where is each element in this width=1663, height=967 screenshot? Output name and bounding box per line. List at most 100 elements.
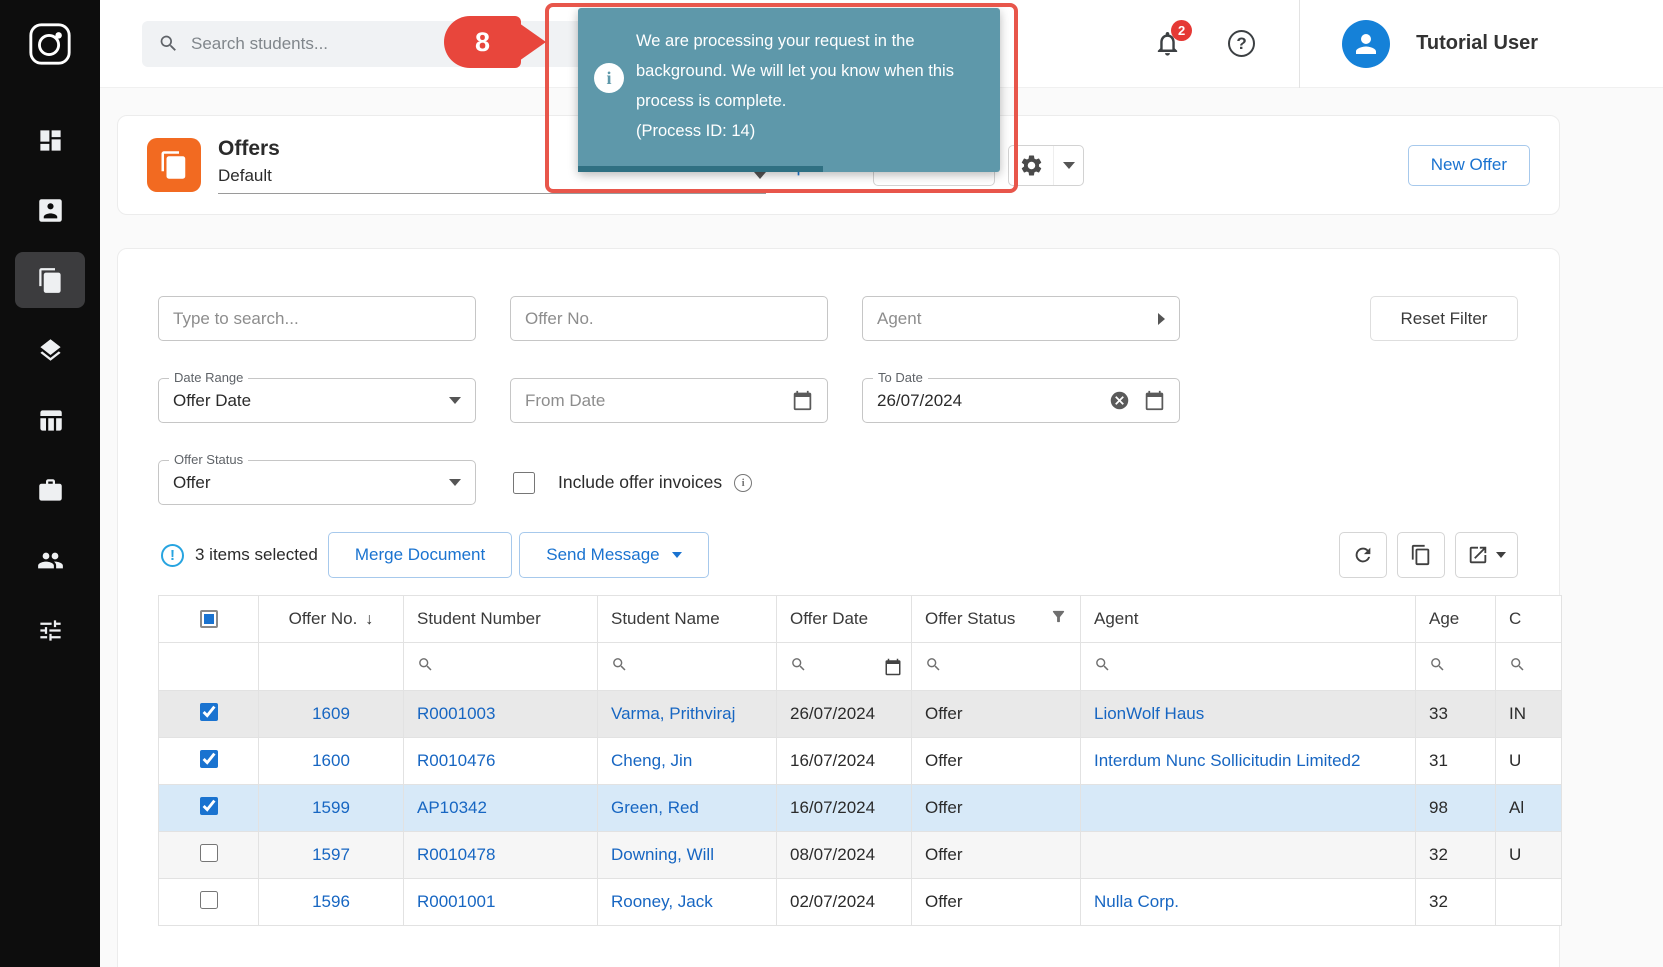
agents-icon — [37, 547, 64, 574]
filter-offer-status[interactable] — [912, 643, 1081, 691]
to-date-input[interactable] — [877, 391, 1109, 411]
chevron-down-icon — [449, 479, 461, 486]
search-icon — [158, 33, 179, 54]
offer-no-link[interactable]: 1609 — [312, 704, 350, 723]
sidebar-item-offers[interactable] — [15, 252, 85, 308]
student-number-link[interactable]: R0010478 — [417, 845, 495, 864]
sidebar-nav — [0, 88, 100, 658]
grid-action-icons — [1339, 532, 1518, 578]
duplicate-button[interactable] — [1397, 532, 1445, 578]
student-name-link[interactable]: Green, Red — [611, 798, 699, 817]
filter-offer-no[interactable] — [259, 643, 404, 691]
annotation-step-number: 8 — [475, 27, 490, 58]
gear-dropdown-caret[interactable] — [1053, 146, 1083, 185]
student-name-link[interactable]: Downing, Will — [611, 845, 714, 864]
type-to-search-input[interactable] — [173, 309, 461, 329]
sidebar-item-agents[interactable] — [15, 532, 85, 588]
student-name-link[interactable]: Cheng, Jin — [611, 751, 692, 770]
filter-checkbox-cell — [159, 643, 259, 691]
header-citizenship[interactable]: C — [1496, 596, 1562, 643]
agent-link[interactable]: Nulla Corp. — [1094, 892, 1179, 911]
student-number-link[interactable]: R0010476 — [417, 751, 495, 770]
info-icon[interactable]: i — [734, 474, 752, 492]
header-age[interactable]: Age — [1416, 596, 1496, 643]
header-student-name[interactable]: Student Name — [598, 596, 777, 643]
header-offer-status[interactable]: Offer Status — [912, 596, 1081, 643]
app-logo[interactable] — [0, 0, 100, 88]
agent-link[interactable]: LionWolf Haus — [1094, 704, 1204, 723]
send-message-button[interactable]: Send Message — [519, 532, 708, 578]
filter-offer-date[interactable] — [777, 643, 912, 691]
filter-student-number[interactable] — [404, 643, 598, 691]
from-date-field[interactable] — [510, 378, 828, 423]
offer-no-field[interactable] — [510, 296, 828, 341]
refresh-button[interactable] — [1339, 532, 1387, 578]
table-row[interactable]: 1596 R0001001 Rooney, Jack 02/07/2024 Of… — [159, 879, 1562, 926]
table-row[interactable]: 1597 R0010478 Downing, Will 08/07/2024 O… — [159, 832, 1562, 879]
calendar-icon[interactable] — [792, 390, 813, 411]
filter-row-1: Agent — [158, 296, 1559, 341]
filter-age[interactable] — [1416, 643, 1496, 691]
student-number-link[interactable]: AP10342 — [417, 798, 487, 817]
sidebar-item-dashboard[interactable] — [15, 112, 85, 168]
header-offer-no[interactable]: Offer No.↓ — [259, 596, 404, 643]
row-checkbox[interactable] — [200, 750, 218, 768]
notifications-button[interactable]: 2 — [1153, 29, 1182, 58]
offer-no-link[interactable]: 1600 — [312, 751, 350, 770]
offer-status-select[interactable]: Offer Status Offer — [158, 460, 476, 505]
processing-toast[interactable]: i We are processing your request in the … — [578, 8, 1000, 172]
row-checkbox[interactable] — [200, 703, 218, 721]
row-checkbox[interactable] — [200, 891, 218, 909]
header-offer-no-label: Offer No. — [289, 609, 358, 628]
reset-filter-button[interactable]: Reset Filter — [1370, 296, 1518, 341]
offer-date-cell: 16/07/2024 — [777, 738, 912, 785]
agent-link[interactable]: Interdum Nunc Sollicitudin Limited2 — [1094, 751, 1360, 770]
calendar-icon[interactable] — [884, 658, 902, 676]
calendar-icon[interactable] — [1144, 390, 1165, 411]
new-offer-button[interactable]: New Offer — [1408, 145, 1530, 186]
to-date-field[interactable]: To Date — [862, 378, 1180, 423]
view-settings-button[interactable] — [1008, 145, 1084, 186]
chevron-down-icon — [672, 552, 682, 558]
sidebar-item-settings[interactable] — [15, 602, 85, 658]
filter-student-name[interactable] — [598, 643, 777, 691]
select-all-checkbox[interactable] — [200, 610, 218, 628]
offer-no-link[interactable]: 1597 — [312, 845, 350, 864]
export-button[interactable] — [1455, 532, 1518, 578]
header-student-number[interactable]: Student Number — [404, 596, 598, 643]
filter-funnel-icon[interactable] — [1050, 608, 1067, 630]
row-checkbox[interactable] — [200, 797, 218, 815]
from-date-input[interactable] — [525, 391, 792, 411]
row-checkbox[interactable] — [200, 844, 218, 862]
user-name[interactable]: Tutorial User — [1416, 32, 1663, 55]
sidebar-item-jobs[interactable] — [15, 462, 85, 518]
help-button[interactable]: ? — [1228, 30, 1255, 57]
sidebar-item-contacts[interactable] — [15, 182, 85, 238]
filter-citizenship[interactable] — [1496, 643, 1562, 691]
offer-no-link[interactable]: 1599 — [312, 798, 350, 817]
user-avatar[interactable] — [1342, 20, 1390, 68]
export-icon — [1467, 544, 1489, 566]
sidebar-item-tables[interactable] — [15, 392, 85, 448]
include-invoices-checkbox[interactable] — [513, 472, 535, 494]
table-row[interactable]: 1599 AP10342 Green, Red 16/07/2024 Offer… — [159, 785, 1562, 832]
offer-no-input[interactable] — [525, 309, 813, 329]
offer-no-link[interactable]: 1596 — [312, 892, 350, 911]
filter-agent[interactable] — [1081, 643, 1416, 691]
student-number-link[interactable]: R0001003 — [417, 704, 495, 723]
clear-icon[interactable] — [1109, 390, 1130, 411]
send-message-label: Send Message — [546, 545, 659, 565]
student-number-link[interactable]: R0001001 — [417, 892, 495, 911]
table-row[interactable]: 1600 R0010476 Cheng, Jin 16/07/2024 Offe… — [159, 738, 1562, 785]
selection-alert-icon: ! — [161, 544, 184, 567]
agent-filter-select[interactable]: Agent — [862, 296, 1180, 341]
sidebar-item-courses[interactable] — [15, 322, 85, 378]
type-to-search-field[interactable] — [158, 296, 476, 341]
date-range-select[interactable]: Date Range Offer Date — [158, 378, 476, 423]
student-name-link[interactable]: Rooney, Jack — [611, 892, 713, 911]
header-agent[interactable]: Agent — [1081, 596, 1416, 643]
table-row[interactable]: 1609 R0001003 Varma, Prithviraj 26/07/20… — [159, 691, 1562, 738]
header-offer-date[interactable]: Offer Date — [777, 596, 912, 643]
merge-document-button[interactable]: Merge Document — [328, 532, 512, 578]
student-name-link[interactable]: Varma, Prithviraj — [611, 704, 735, 723]
